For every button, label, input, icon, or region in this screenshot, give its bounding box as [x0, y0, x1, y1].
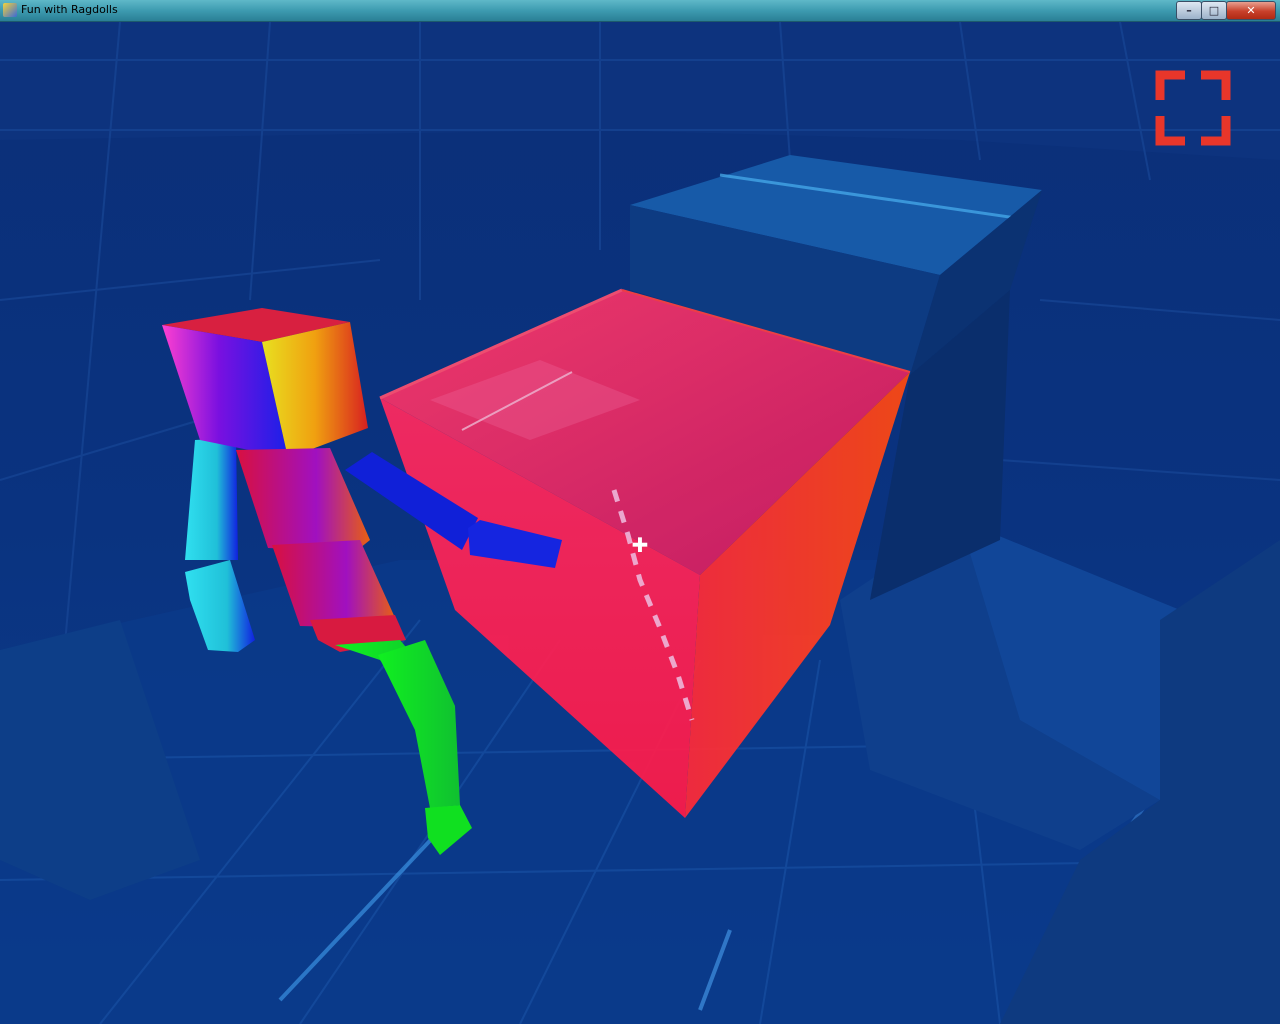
minimize-button[interactable]: –: [1176, 1, 1202, 20]
game-viewport[interactable]: ✚: [0, 22, 1280, 1024]
fullscreen-icon[interactable]: [1155, 70, 1231, 146]
minimize-icon: –: [1186, 4, 1192, 17]
restore-icon: □: [1208, 4, 1220, 17]
window-title: Fun with Ragdolls: [21, 3, 118, 16]
crosshair-icon: ✚: [631, 533, 649, 557]
3d-scene: [0, 22, 1280, 1024]
title-bar[interactable]: Fun with Ragdolls – □ ✕: [0, 0, 1280, 22]
close-button[interactable]: ✕: [1226, 1, 1276, 20]
maximize-button[interactable]: □: [1201, 1, 1227, 20]
game-window: Fun with Ragdolls – □ ✕ ✚: [0, 0, 1280, 1024]
close-icon: ✕: [1246, 4, 1256, 17]
app-icon[interactable]: [3, 3, 17, 17]
